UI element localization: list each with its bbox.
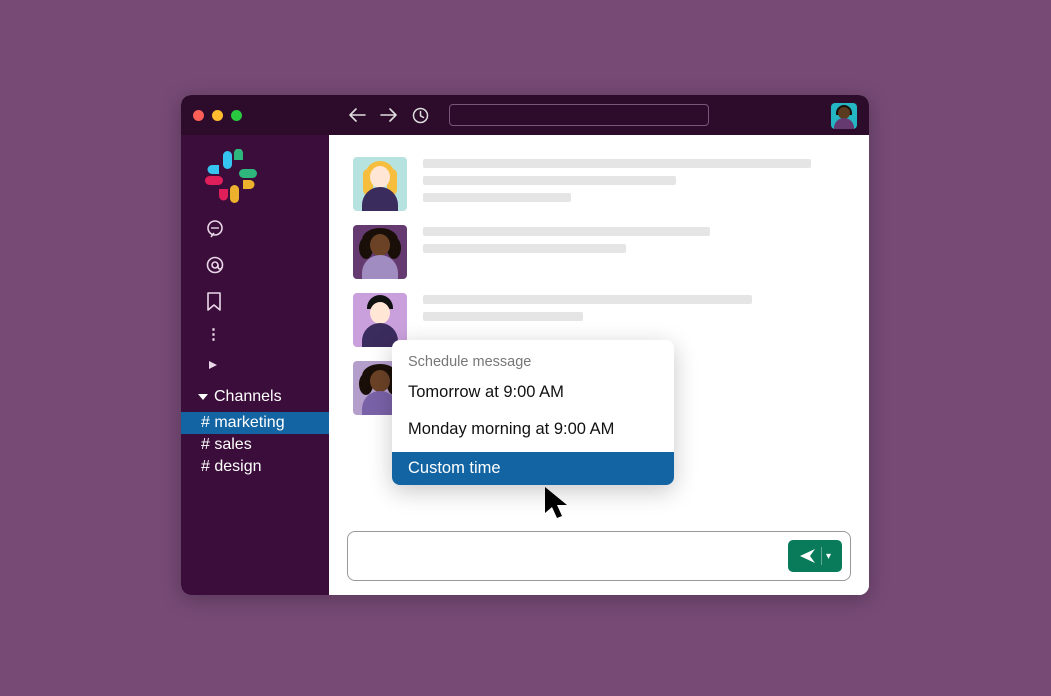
message-row (353, 157, 845, 211)
more-icon[interactable]: ⋮ (181, 325, 329, 343)
message-row (353, 225, 845, 279)
channels-section-header[interactable]: Channels (181, 388, 329, 406)
caret-down-icon (198, 394, 208, 400)
nav-forward-icon[interactable] (380, 108, 398, 122)
mouse-cursor-icon (543, 485, 573, 526)
message-content-placeholder (423, 225, 845, 279)
chevron-down-icon[interactable]: ▾ (826, 551, 831, 562)
sidebar: ⋮ Channels # marketing # sales # design (181, 135, 329, 595)
user-avatar[interactable] (831, 103, 857, 129)
history-icon[interactable] (412, 107, 429, 124)
titlebar (181, 95, 869, 135)
history-nav (348, 107, 429, 124)
mentions-icon[interactable] (205, 255, 329, 275)
threads-icon[interactable] (205, 219, 329, 239)
message-avatar[interactable] (353, 157, 407, 211)
channels-label: Channels (214, 388, 282, 406)
channel-marketing[interactable]: # marketing (181, 412, 329, 434)
message-composer[interactable]: ▾ (347, 531, 851, 581)
slack-logo-icon (203, 149, 259, 205)
schedule-message-popover: Schedule message Tomorrow at 9:00 AM Mon… (392, 340, 674, 485)
schedule-option-tomorrow[interactable]: Tomorrow at 9:00 AM (392, 378, 674, 407)
expand-icon[interactable] (181, 357, 329, 374)
window-close-button[interactable] (193, 110, 204, 121)
message-avatar[interactable] (353, 293, 407, 347)
nav-back-icon[interactable] (348, 108, 366, 122)
window-zoom-button[interactable] (231, 110, 242, 121)
schedule-option-monday[interactable]: Monday morning at 9:00 AM (392, 415, 674, 444)
bookmark-icon[interactable] (205, 291, 329, 313)
channel-sales[interactable]: # sales (181, 434, 329, 456)
message-avatar[interactable] (353, 225, 407, 279)
message-content-placeholder (423, 157, 845, 211)
message-row (353, 293, 845, 347)
schedule-option-custom[interactable]: Custom time (392, 452, 674, 485)
channel-design[interactable]: # design (181, 456, 329, 478)
popover-title: Schedule message (392, 354, 674, 378)
search-input[interactable] (449, 104, 709, 126)
window-minimize-button[interactable] (212, 110, 223, 121)
message-content-placeholder (423, 293, 845, 347)
send-icon (799, 548, 817, 564)
send-button[interactable]: ▾ (788, 540, 842, 572)
